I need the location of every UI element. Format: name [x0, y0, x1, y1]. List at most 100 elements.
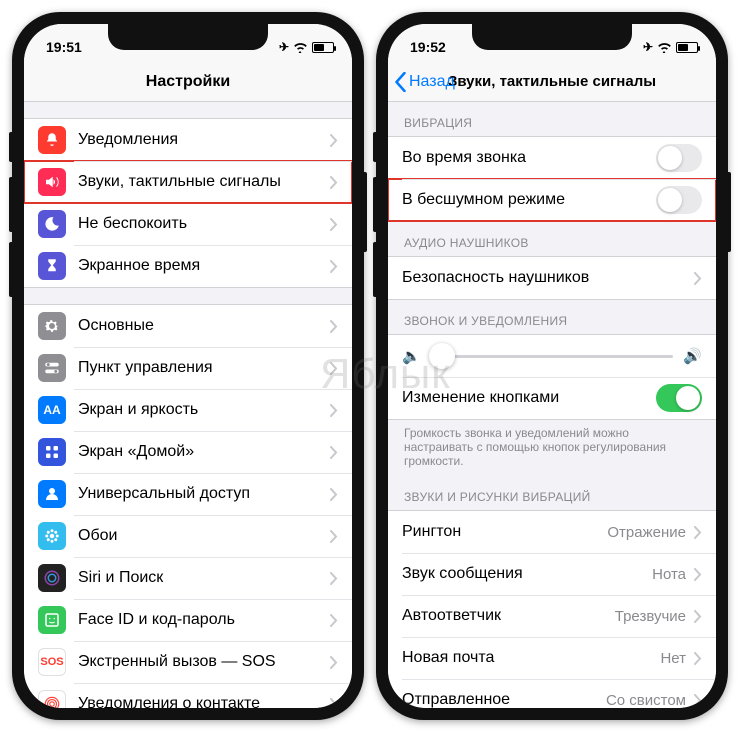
chevron-right-icon — [330, 362, 338, 375]
phone-right: 19:52 ✈︎ Назад Звуки, тактильные сигналы… — [376, 12, 728, 720]
row-label: Экранное время — [78, 257, 322, 275]
chevron-right-icon — [330, 320, 338, 333]
status-icons: ✈︎ — [279, 40, 334, 54]
change-with-buttons-toggle[interactable] — [656, 384, 702, 412]
row-detail: Со свистом — [606, 692, 686, 709]
row-label: Siri и Поиск — [78, 569, 322, 587]
settings-row[interactable]: AA Экран и яркость — [24, 389, 352, 431]
row-label: Уведомления о контакте — [78, 695, 322, 708]
settings-content[interactable]: УведомленияЗвуки, тактильные сигналы Не б… — [24, 102, 352, 708]
chevron-right-icon — [330, 218, 338, 231]
settings-row[interactable]: Пункт управления — [24, 347, 352, 389]
vibration-row[interactable]: В бесшумном режиме — [388, 179, 716, 221]
row-icon — [38, 126, 66, 154]
chevron-right-icon — [330, 260, 338, 273]
row-label: Универсальный доступ — [78, 485, 322, 503]
chevron-right-icon — [330, 572, 338, 585]
settings-row[interactable]: Не беспокоить — [24, 203, 352, 245]
status-time: 19:51 — [46, 39, 82, 55]
section-sounds-header: ЗВУКИ И РИСУНКИ ВИБРАЦИЙ — [388, 476, 716, 510]
chevron-right-icon — [330, 488, 338, 501]
row-icon — [38, 252, 66, 280]
row-icon — [38, 564, 66, 592]
settings-group-1: УведомленияЗвуки, тактильные сигналы Не б… — [24, 118, 352, 288]
settings-row[interactable]: Экран «Домой» — [24, 431, 352, 473]
settings-row[interactable]: Siri и Поиск — [24, 557, 352, 599]
settings-row[interactable]: Обои — [24, 515, 352, 557]
row-label: Экстренный вызов — SOS — [78, 653, 322, 671]
status-icons: ✈︎ — [643, 40, 698, 54]
row-label: Экран «Домой» — [78, 443, 322, 461]
row-icon — [38, 438, 66, 466]
navigation-bar: Настройки — [24, 62, 352, 102]
row-label: Новая почта — [402, 649, 654, 667]
row-label: В бесшумном режиме — [402, 191, 656, 209]
row-detail: Отражение — [607, 524, 686, 541]
volume-slider-thumb[interactable] — [429, 343, 455, 369]
row-icon: AA — [38, 396, 66, 424]
volume-slider-track[interactable] — [431, 355, 674, 358]
chevron-right-icon — [694, 610, 702, 623]
settings-row[interactable]: Face ID и код-пароль — [24, 599, 352, 641]
row-detail: Нет — [660, 650, 686, 667]
section-ringer-header: ЗВОНОК И УВЕДОМЛЕНИЯ — [388, 300, 716, 334]
wifi-icon — [293, 42, 308, 53]
row-detail: Трезвучие — [615, 608, 686, 625]
row-detail: Нота — [652, 566, 686, 583]
navigation-bar: Назад Звуки, тактильные сигналы — [388, 62, 716, 102]
settings-row[interactable]: Экранное время — [24, 245, 352, 287]
wifi-icon — [657, 42, 672, 53]
volume-high-icon: 🔊 — [683, 347, 702, 365]
sound-row[interactable]: Новая почта Нет — [388, 637, 716, 679]
row-label: Основные — [78, 317, 322, 335]
vibration-row[interactable]: Во время звонка — [388, 137, 716, 179]
sound-row[interactable]: РингтонОтражение — [388, 511, 716, 553]
settings-row[interactable]: Основные — [24, 305, 352, 347]
row-label: Не беспокоить — [78, 215, 322, 233]
chevron-right-icon — [694, 272, 702, 285]
row-icon — [38, 168, 66, 196]
back-label: Назад — [409, 73, 455, 91]
chevron-right-icon — [694, 652, 702, 665]
row-label: Экран и яркость — [78, 401, 322, 419]
sounds-content[interactable]: ВИБРАЦИЯ Во время звонка В бесшумном режи… — [388, 102, 716, 708]
change-with-buttons-label: Изменение кнопками — [402, 389, 656, 407]
battery-icon — [676, 42, 698, 53]
back-button[interactable]: Назад — [394, 72, 455, 92]
row-icon — [38, 210, 66, 238]
row-label: Звук сообщения — [402, 565, 646, 583]
chevron-right-icon — [330, 134, 338, 147]
settings-group-2: Основные Пункт управления AA Экран и яркост… — [24, 304, 352, 708]
sound-row[interactable]: Отправленное Со свистом — [388, 679, 716, 708]
status-time: 19:52 — [410, 39, 446, 55]
settings-row[interactable]: SOSЭкстренный вызов — SOS — [24, 641, 352, 683]
ringer-volume-slider-row[interactable]: 🔈 🔊 — [388, 335, 716, 377]
row-label: Во время звонка — [402, 149, 656, 167]
toggle-switch[interactable] — [656, 144, 702, 172]
row-label: Обои — [78, 527, 322, 545]
section-vibration-header: ВИБРАЦИЯ — [388, 102, 716, 136]
airplane-icon: ✈︎ — [279, 40, 289, 54]
chevron-right-icon — [694, 526, 702, 539]
battery-icon — [312, 42, 334, 53]
chevron-right-icon — [330, 656, 338, 669]
headphone-safety-row[interactable]: Безопасность наушников — [388, 257, 716, 299]
row-icon — [38, 312, 66, 340]
toggle-switch[interactable] — [656, 186, 702, 214]
volume-low-icon: 🔈 — [402, 347, 421, 365]
settings-row[interactable]: Универсальный доступ — [24, 473, 352, 515]
row-label: Пункт управления — [78, 359, 322, 377]
chevron-right-icon — [330, 614, 338, 627]
notch — [472, 24, 632, 50]
change-with-buttons-row[interactable]: Изменение кнопками — [388, 377, 716, 419]
ringer-footer: Громкость звонка и уведомлений можно нас… — [388, 420, 716, 476]
row-label: Отправленное — [402, 691, 600, 708]
settings-row[interactable]: Уведомления — [24, 119, 352, 161]
row-icon — [38, 522, 66, 550]
sound-row[interactable]: Звук сообщения Нота — [388, 553, 716, 595]
settings-row[interactable]: Уведомления о контакте — [24, 683, 352, 708]
sound-row[interactable]: АвтоответчикТрезвучие — [388, 595, 716, 637]
settings-row[interactable]: Звуки, тактильные сигналы — [24, 161, 352, 203]
chevron-right-icon — [694, 568, 702, 581]
chevron-right-icon — [330, 404, 338, 417]
